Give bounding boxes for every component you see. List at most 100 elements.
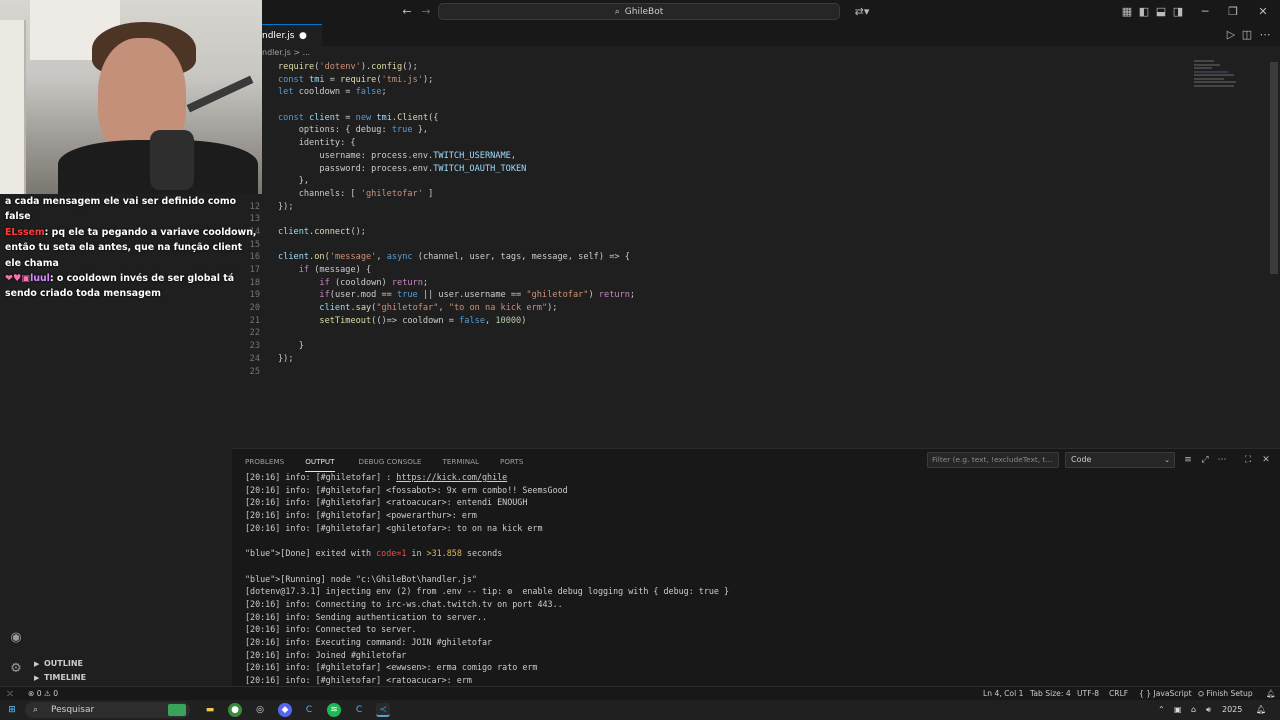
code-editor[interactable]: require('dotenv').config(); const tmi = r… [232, 61, 1192, 378]
clear-output-icon[interactable]: ≡ [1182, 454, 1194, 466]
run-icon[interactable]: ▷ [1224, 28, 1238, 42]
copilot-icon[interactable]: ⇄▾ [850, 5, 874, 19]
code-line[interactable]: 19 if(user.mod == true || user.username … [232, 289, 1192, 302]
code-line[interactable]: 24}); [232, 353, 1192, 366]
output-log[interactable]: [20:16] info: [#ghiletofar] : https://ki… [245, 471, 1265, 687]
remote-icon[interactable]: ⤫ [7, 687, 13, 700]
code-line[interactable]: 18 if (cooldown) return; [232, 277, 1192, 290]
outline-section[interactable]: ▶ OUTLINE [34, 657, 234, 671]
chrome-icon[interactable]: ● [228, 703, 242, 717]
breadcrumb[interactable]: ndler.js > ... [262, 48, 310, 57]
code-line[interactable]: 21 setTimeout(()=> cooldown = false, 100… [232, 315, 1192, 328]
more-actions-icon[interactable]: ⋯ [1258, 28, 1272, 42]
split-editor-icon[interactable]: ◫ [1240, 28, 1254, 42]
output-line: "blue">[Done] exited with code=1 in >31.… [245, 548, 503, 559]
account-icon[interactable]: ◉ [6, 628, 26, 648]
code-line[interactable]: identity: { [232, 137, 1192, 150]
output-line: [dotenv@17.3.1] injecting env (2) from .… [245, 586, 730, 597]
code-line[interactable]: channels: [ 'ghiletofar' ] [232, 188, 1192, 201]
line-ending[interactable]: CRLF [1109, 687, 1128, 700]
discord-icon[interactable]: ◆ [278, 703, 292, 717]
lock-scroll-icon[interactable]: ⤢ [1199, 454, 1211, 466]
close-icon[interactable]: ✕ [1256, 5, 1270, 19]
encoding[interactable]: UTF-8 [1077, 687, 1099, 700]
code-line[interactable]: }, [232, 175, 1192, 188]
webcam-overlay [0, 0, 262, 194]
manage-gear-icon[interactable]: ⚙ [6, 659, 26, 679]
tab-ports[interactable]: PORTS [500, 454, 532, 472]
restore-icon[interactable]: ❐ [1226, 5, 1240, 19]
edge-icon[interactable]: C [302, 703, 316, 717]
timeline-label: TIMELINE [44, 673, 87, 682]
output-channel-select[interactable]: Code ⌄ [1065, 452, 1175, 468]
language-mode[interactable]: { } JavaScript [1139, 687, 1192, 700]
code-line[interactable]: 12}); [232, 201, 1192, 214]
network-icon[interactable]: ⌂ [1191, 703, 1196, 717]
code-text: setTimeout(()=> cooldown = false, 10000) [319, 315, 527, 326]
maximize-panel-icon[interactable]: ⛶ [1242, 454, 1254, 466]
code-line[interactable]: 25 [232, 366, 1192, 379]
clock[interactable]: 2025 [1222, 703, 1242, 717]
code-line[interactable]: let cooldown = false; [232, 86, 1192, 99]
tab-size[interactable]: Tab Size: 4 [1030, 687, 1071, 700]
tab-output[interactable]: OUTPUT [305, 454, 335, 472]
code-line[interactable]: password: process.env.TWITCH_OAUTH_TOKEN [232, 163, 1192, 176]
tab-handler-js[interactable]: ndler.js ● [262, 24, 322, 46]
tab-terminal[interactable]: TERMINAL [442, 454, 488, 472]
code-text: options: { debug: true }, [278, 125, 429, 136]
output-line: "blue">[Running] node "c:\GhileBot\handl… [245, 573, 477, 584]
volume-icon[interactable]: 🔊︎ [1206, 703, 1211, 717]
output-line: [20:16] info: Executing command: JOIN #g… [245, 636, 493, 647]
obs-icon[interactable]: ◎ [253, 703, 267, 717]
code-line[interactable]: 13 [232, 213, 1192, 226]
close-panel-icon[interactable]: ✕ [1260, 454, 1272, 466]
output-filter-input[interactable]: Filter (e.g. text, !excludeText, t... [927, 452, 1059, 468]
editor-scrollbar[interactable] [1270, 62, 1278, 274]
search-highlight-icon [168, 704, 186, 716]
code-line[interactable]: 23 } [232, 340, 1192, 353]
unsaved-dot-icon[interactable]: ● [299, 25, 307, 47]
tab-problems[interactable]: PROBLEMS [245, 454, 293, 472]
toggle-sidebar-icon[interactable]: ◧ [1137, 5, 1151, 19]
minimap[interactable] [1194, 60, 1264, 100]
code-line[interactable]: options: { debug: true }, [232, 124, 1192, 137]
notifications-icon[interactable]: 🔔︎ [1266, 687, 1276, 700]
code-line[interactable]: const tmi = require('tmi.js'); [232, 74, 1192, 87]
code-line[interactable]: username: process.env.TWITCH_USERNAME, [232, 150, 1192, 163]
command-center-search[interactable]: ⌕ GhileBot [438, 3, 840, 20]
start-windows-icon[interactable]: ⊞ [5, 703, 19, 717]
vscode-icon[interactable]: ≺ [376, 703, 390, 717]
taskbar-search[interactable]: ⌕ Pesquisar [25, 702, 190, 718]
customize-layout-icon[interactable]: ▦ [1120, 5, 1134, 19]
more-actions-icon[interactable]: ⋯ [1216, 454, 1228, 466]
cursor-position[interactable]: Ln 4, Col 1 [983, 687, 1023, 700]
forward-arrow-icon[interactable]: → [419, 5, 433, 19]
code-line[interactable]: 17 if (message) { [232, 264, 1192, 277]
minimize-icon[interactable]: ─ [1198, 5, 1212, 19]
code-line[interactable]: 16 client.on('message', async (channel, u… [232, 251, 1192, 264]
code-text: if (cooldown) return; [319, 277, 429, 288]
timeline-section[interactable]: ▶ TIMELINE [34, 671, 234, 685]
code-line[interactable]: require('dotenv').config(); [232, 61, 1192, 74]
toggle-secondary-sidebar-icon[interactable]: ◨ [1171, 5, 1185, 19]
file-explorer-icon[interactable]: ▬ [203, 703, 217, 717]
chevron-right-icon: ▶ [34, 660, 40, 668]
tray-chevron-up-icon[interactable]: ⌃ [1158, 703, 1165, 717]
tab-debug-console[interactable]: DEBUG CONSOLE [359, 454, 431, 472]
code-line[interactable]: 14 client.connect(); [232, 226, 1192, 239]
code-line[interactable]: 15 [232, 239, 1192, 252]
code-line[interactable]: 20 client.say("ghiletofar", "to on na ki… [232, 302, 1192, 315]
output-line: [20:16] info: Joined #ghiletofar [245, 649, 407, 660]
code-line[interactable] [232, 99, 1192, 112]
finish-setup-button[interactable]: ⛭ Finish Setup [1198, 687, 1253, 700]
code-line[interactable]: 22 [232, 327, 1192, 340]
spotify-icon[interactable]: ≋ [327, 703, 341, 717]
browser-icon[interactable]: C [352, 703, 366, 717]
toggle-panel-icon[interactable]: ⬓ [1154, 5, 1168, 19]
notification-center-icon[interactable]: 🔔︎ [1256, 703, 1266, 717]
line-number: 22 [249, 328, 260, 339]
code-line[interactable]: const client = new tmi.Client({ [232, 112, 1192, 125]
tray-app-icon[interactable]: ▣ [1174, 703, 1182, 717]
back-arrow-icon[interactable]: ← [400, 5, 414, 19]
problems-count[interactable]: ⊗ 0 ⚠ 0 [28, 687, 58, 700]
